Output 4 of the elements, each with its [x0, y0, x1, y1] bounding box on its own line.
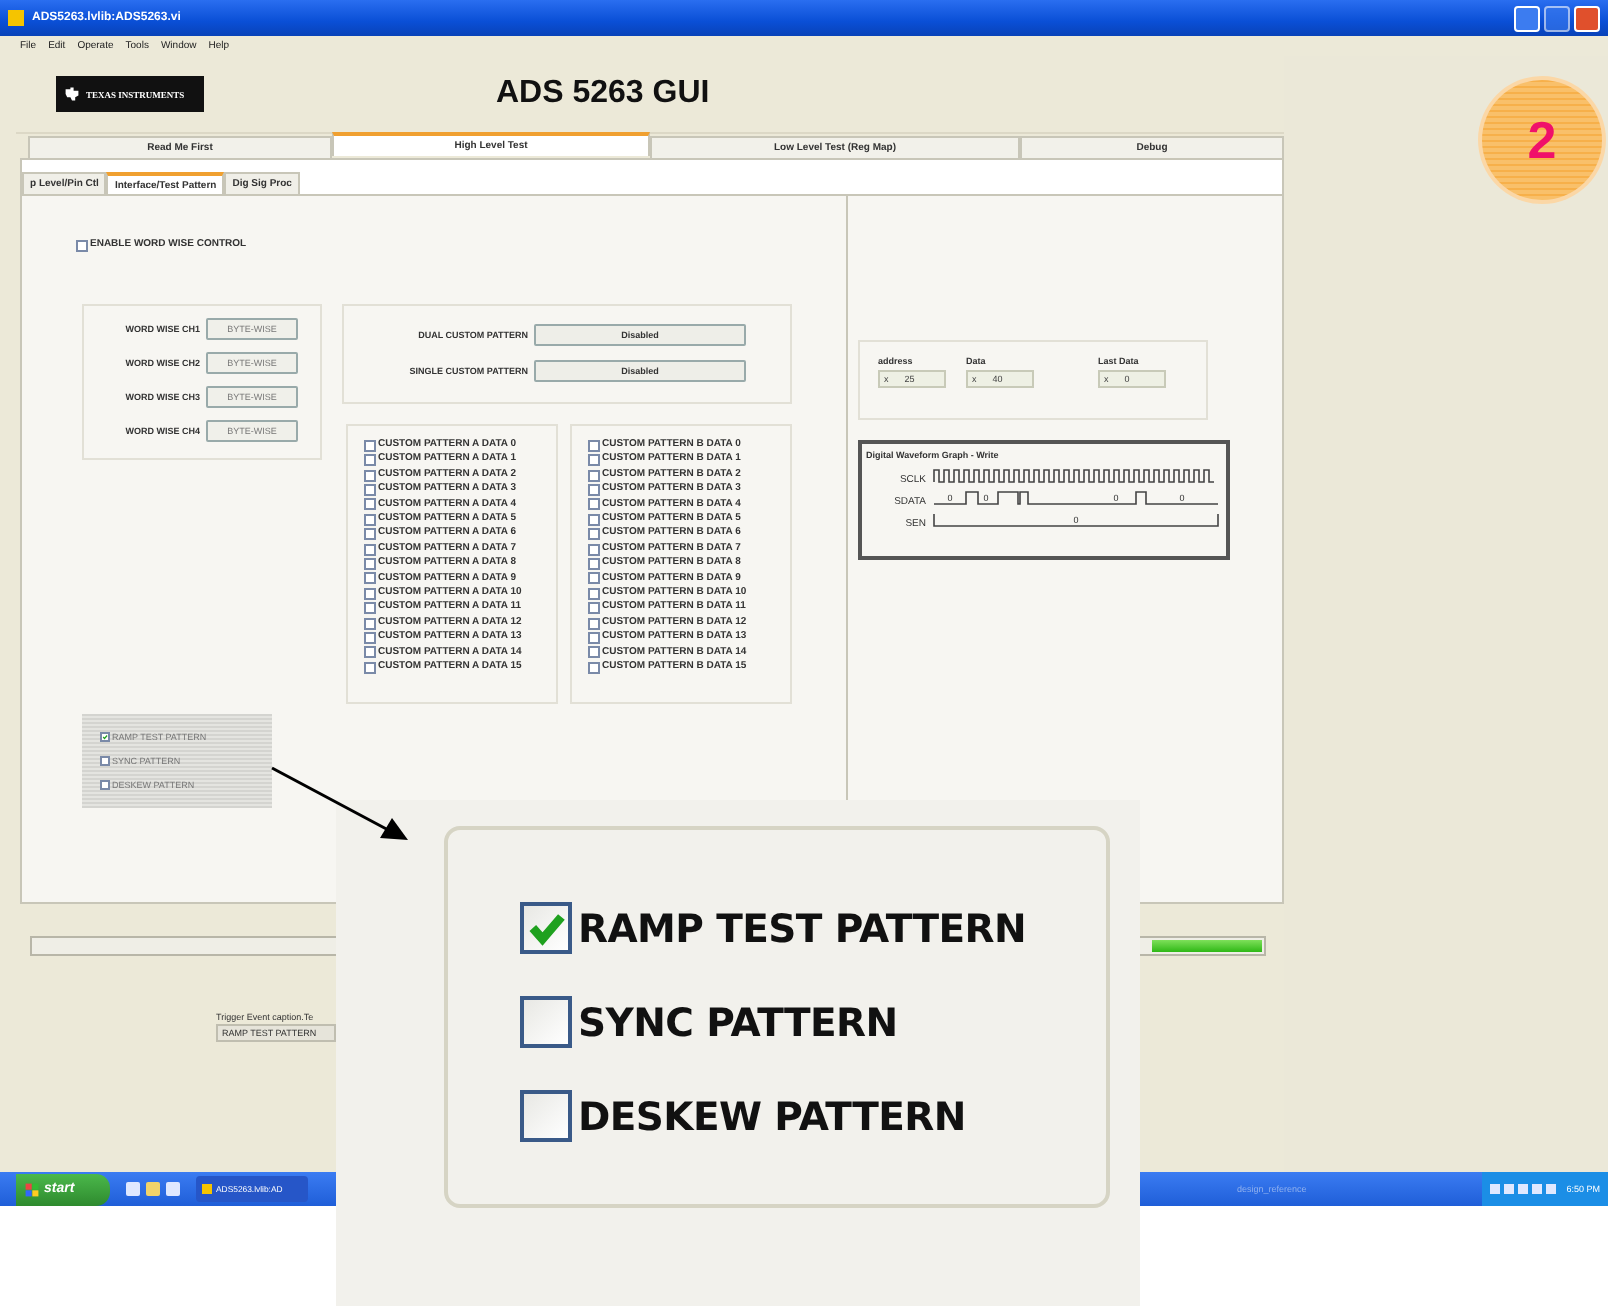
checkbox-label: DESKEW PATTERN	[578, 1093, 966, 1139]
app-heading: ADS 5263 GUI	[496, 76, 710, 112]
checkbox-label: RAMP TEST PATTERN	[578, 905, 1027, 951]
checkbox-label: SYNC PATTERN	[578, 999, 898, 1045]
